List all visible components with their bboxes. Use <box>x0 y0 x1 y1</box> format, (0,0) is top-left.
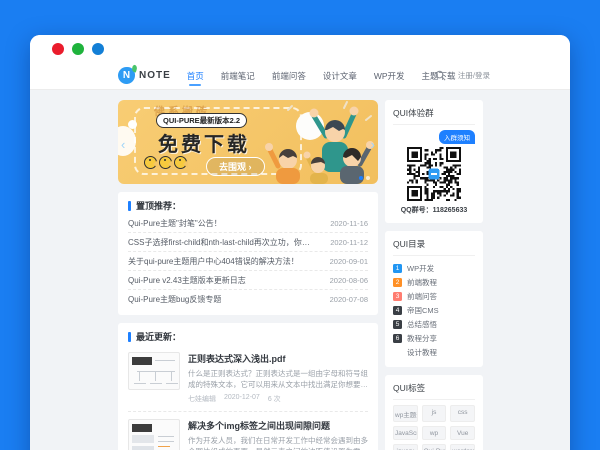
qq-group-box: QUI体验群 入群须知 QQ群号：118265633 <box>385 100 483 223</box>
leaf-icon <box>131 64 138 72</box>
carousel-next-icon[interactable]: › <box>371 138 375 151</box>
promo-banner[interactable]: 佛系搬砖 QUI-PURE最新版本2.2 免费下载 去围观 › <box>118 100 378 184</box>
directory-item-tutorial-share[interactable]: 6 教程分享 <box>393 331 475 345</box>
navbar-right: 注册/登录 <box>435 70 490 81</box>
pinned-row[interactable]: Qui-Pure主题bug反馈专题 2020-07-08 <box>128 290 368 309</box>
article-author[interactable]: 七娃编辑 <box>188 394 216 404</box>
tag-item[interactable]: jquery <box>393 444 418 450</box>
qq-group-title: QUI体验群 <box>393 107 475 125</box>
site-navbar: N NOTE 首页 前端笔记 前端问答 设计文章 WP开发 主题下载 注册/登录 <box>30 62 570 90</box>
article-date: 2020-12-07 <box>224 394 260 404</box>
article-thumbnail[interactable] <box>128 352 180 390</box>
recent-posts-card: 最近更新： <box>118 323 378 450</box>
pinned-row[interactable]: Qui-Pure v2.43主题版本更新日志 2020-08-06 <box>128 271 368 290</box>
post-date: 2020-11-12 <box>330 238 368 247</box>
rank-badge: 2 <box>393 278 402 287</box>
directory-item-summary[interactable]: 5 总结感悟 <box>393 317 475 331</box>
article-meta: 七娃编辑 2020-12-07 6 次 <box>188 394 368 404</box>
pacman-icon <box>174 156 187 169</box>
minimize-window-button[interactable] <box>72 43 84 55</box>
directory-item-frontend-tutorial[interactable]: 2 前端教程 <box>393 275 475 289</box>
main-nav: 首页 前端笔记 前端问答 设计文章 WP开发 主题下载 <box>187 64 456 88</box>
pinned-row[interactable]: 关于qui-pure主题用户中心404错误的解决方法！ 2020-09-01 <box>128 252 368 271</box>
carousel-dots <box>359 176 370 180</box>
tag-item[interactable]: wp主题开发 <box>393 405 418 422</box>
banner-blob-decoration <box>128 120 137 129</box>
recent-title: 最近更新： <box>136 330 181 343</box>
tag-item[interactable]: Qui-Pure <box>422 444 447 450</box>
banner-headline: 免费下载 <box>158 128 250 157</box>
article-excerpt: 什么是正则表达式？正则表达式是一组由字母和符号组成的特殊文本，它可以用来从文本中… <box>188 368 368 391</box>
browser-window: N NOTE 首页 前端笔记 前端问答 设计文章 WP开发 主题下载 注册/登录 <box>30 35 570 450</box>
tag-item[interactable]: js <box>422 405 447 422</box>
pinned-row[interactable]: Qui-Pure主题"封笔"公告！ 2020-11-16 <box>128 214 368 233</box>
pacman-icon <box>159 156 172 169</box>
article-row: 正则表达式深入浅出.pdf 什么是正则表达式？正则表达式是一组由字母和符号组成的… <box>128 345 368 412</box>
rank-badge: 3 <box>393 292 402 301</box>
tag-item[interactable]: Vue <box>450 426 475 440</box>
qq-group-number: QQ群号：118265633 <box>393 205 475 215</box>
tag-item[interactable]: wp <box>422 426 447 440</box>
tags-title: QUI标签 <box>393 382 475 400</box>
rank-badge: 6 <box>393 334 402 343</box>
tag-cloud: wp主题开发 js css JavaScript wp Vue jquery Q… <box>393 405 475 450</box>
sidebar: QUI体验群 入群须知 QQ群号：118265633 QUI目录 1 WP开发 … <box>385 100 483 450</box>
article-title[interactable]: 解决多个img标签之间出现间隙问题 <box>188 419 368 432</box>
article-views: 6 次 <box>268 394 281 404</box>
accent-bar <box>128 332 131 342</box>
search-icon[interactable] <box>435 70 446 81</box>
brand-name: NOTE <box>139 70 171 81</box>
page-body: 佛系搬砖 QUI-PURE最新版本2.2 免费下载 去围观 › <box>30 90 570 450</box>
nav-item-design-articles[interactable]: 设计文章 <box>323 64 357 88</box>
accent-bar <box>128 201 131 211</box>
nav-item-frontend-notes[interactable]: 前端笔记 <box>221 64 255 88</box>
pinned-header: 置顶推荐： <box>128 199 368 212</box>
directory-item-frontend-qa[interactable]: 3 前端问答 <box>393 289 475 303</box>
pinned-posts-card: 置顶推荐： Qui-Pure主题"封笔"公告！ 2020-11-16 CSS子选… <box>118 192 378 315</box>
directory-item-wp-dev[interactable]: 1 WP开发 <box>393 261 475 275</box>
join-group-badge[interactable]: 入群须知 <box>439 130 475 144</box>
directory-title: QUI目录 <box>393 238 475 256</box>
rank-badge <box>393 348 402 357</box>
post-date: 2020-07-08 <box>330 295 368 304</box>
article-excerpt: 作为开发人员，我们在日常开发工作中经常会遇到由多个图片组成的页面，虽然元素之间的… <box>188 435 368 450</box>
nav-item-wp-dev[interactable]: WP开发 <box>374 64 405 88</box>
directory-box: QUI目录 1 WP开发 2 前端教程 3 前端问答 4 <box>385 231 483 367</box>
crowd-illustration <box>248 100 378 184</box>
carousel-prev-icon[interactable]: ‹ <box>121 138 125 151</box>
banner-version-bubble: QUI-PURE最新版本2.2 <box>156 113 247 128</box>
site-logo[interactable]: N NOTE <box>118 67 171 84</box>
close-window-button[interactable] <box>52 43 64 55</box>
rank-badge: 1 <box>393 264 402 273</box>
pacman-icons <box>144 156 187 169</box>
logo-n-icon: N <box>118 67 135 84</box>
post-date: 2020-11-16 <box>330 219 368 228</box>
tags-box: QUI标签 wp主题开发 js css JavaScript wp Vue jq… <box>385 375 483 450</box>
recent-header: 最近更新： <box>128 330 368 343</box>
tag-item[interactable]: css <box>450 405 475 422</box>
qq-group-qr-code <box>407 147 461 201</box>
nav-item-frontend-qa[interactable]: 前端问答 <box>272 64 306 88</box>
rank-badge: 4 <box>393 306 402 315</box>
article-thumbnail[interactable] <box>128 419 180 450</box>
pacman-icon <box>144 156 157 169</box>
nav-item-home[interactable]: 首页 <box>187 64 204 88</box>
register-login-link[interactable]: 注册/登录 <box>458 70 490 81</box>
tag-item[interactable]: JavaScript <box>393 426 418 440</box>
carousel-dot[interactable] <box>359 176 363 180</box>
carousel-dot[interactable] <box>366 176 370 180</box>
post-date: 2020-09-01 <box>330 257 368 266</box>
main-column: 佛系搬砖 QUI-PURE最新版本2.2 免费下载 去围观 › <box>118 100 378 450</box>
post-date: 2020-08-06 <box>330 276 368 285</box>
pinned-row[interactable]: CSS子选择first-child和nth-last-child再次立功，你还没… <box>128 233 368 252</box>
fullscreen-window-button[interactable] <box>92 43 104 55</box>
article-row: 解决多个img标签之间出现间隙问题 作为开发人员，我们在日常开发工作中经常会遇到… <box>128 412 368 450</box>
window-titlebar <box>30 35 570 62</box>
article-title[interactable]: 正则表达式深入浅出.pdf <box>188 352 368 365</box>
pinned-title: 置顶推荐： <box>136 199 181 212</box>
directory-item-empirecms[interactable]: 4 帝国CMS <box>393 303 475 317</box>
tag-item[interactable]: wordpress <box>450 444 475 450</box>
rank-badge: 5 <box>393 320 402 329</box>
directory-item-design-tutorial[interactable]: 设计教程 <box>393 345 475 359</box>
